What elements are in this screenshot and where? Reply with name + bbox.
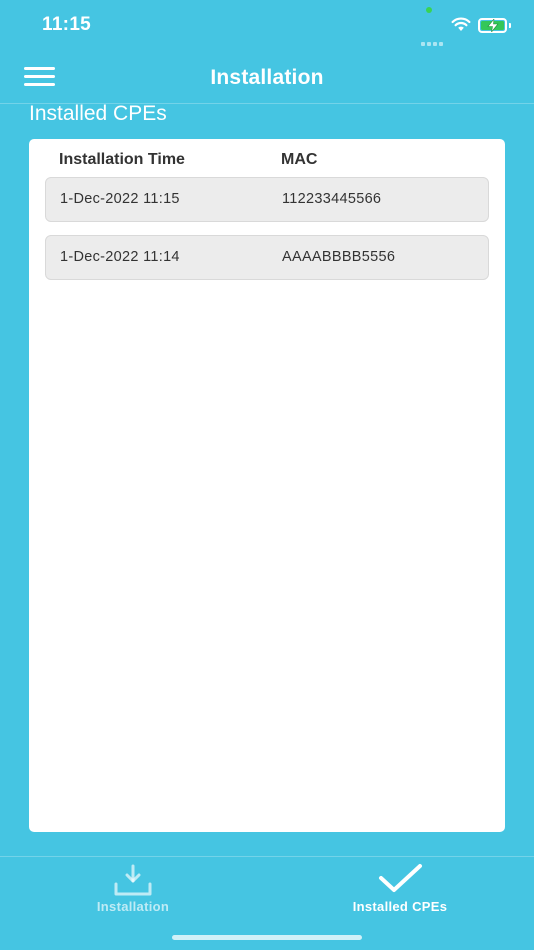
installed-cpes-card: Installation Time MAC 1-Dec-2022 11:15 1… bbox=[29, 139, 505, 832]
tab-installed-cpes[interactable]: Installed CPEs bbox=[310, 857, 490, 927]
checkmark-icon bbox=[379, 864, 422, 892]
tab-installation[interactable]: Installation bbox=[43, 857, 223, 927]
app-screen: 11:15 Installation Installed CPEs Instal… bbox=[0, 0, 534, 950]
tab-installation-label: Installation bbox=[96, 899, 170, 914]
tab-installed-cpes-label: Installed CPEs bbox=[352, 899, 448, 914]
installation-time-cell: 1-Dec-2022 11:14 bbox=[60, 249, 180, 265]
navigation-bar: Installation bbox=[0, 50, 534, 104]
wifi-icon bbox=[451, 17, 471, 31]
status-bar: 11:15 bbox=[0, 0, 534, 50]
mac-cell: 112233445566 bbox=[282, 191, 382, 207]
table-header: Installation Time MAC bbox=[29, 151, 505, 175]
status-time: 11:15 bbox=[42, 14, 92, 35]
installation-time-cell: 1-Dec-2022 11:15 bbox=[60, 191, 180, 207]
charging-bolt-icon bbox=[487, 19, 499, 32]
column-header-installation-time: Installation Time bbox=[59, 151, 185, 168]
section-title: Installed CPEs bbox=[29, 102, 167, 125]
mac-cell: AAAABBBB5556 bbox=[282, 249, 396, 265]
download-tray-icon bbox=[114, 864, 152, 896]
table-row[interactable]: 1-Dec-2022 11:14 AAAABBBB5556 bbox=[45, 235, 489, 280]
table-row[interactable]: 1-Dec-2022 11:15 112233445566 bbox=[45, 177, 489, 222]
page-title: Installation bbox=[210, 66, 324, 89]
home-indicator[interactable] bbox=[172, 935, 362, 940]
signal-icon bbox=[421, 28, 445, 46]
battery-tip bbox=[509, 23, 511, 28]
camera-indicator-dot bbox=[426, 7, 432, 13]
column-header-mac: MAC bbox=[281, 151, 318, 168]
